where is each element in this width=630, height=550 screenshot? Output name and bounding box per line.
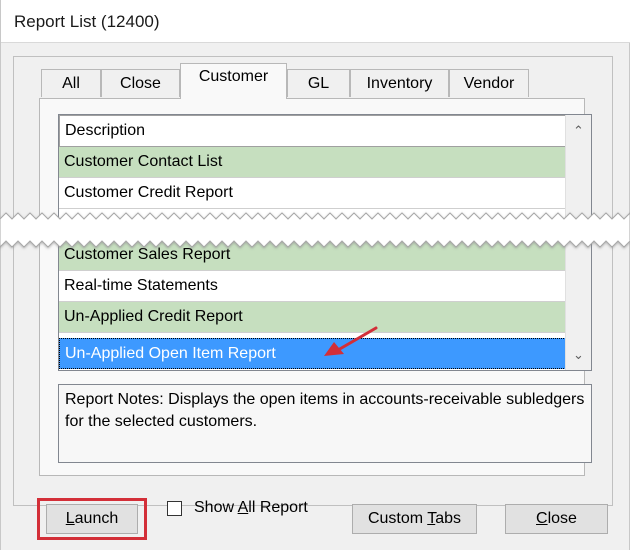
tab-gl[interactable]: GL	[287, 69, 350, 97]
scroll-down-icon[interactable]: ⌄	[566, 343, 591, 367]
custom-tabs-label-suffix: abs	[435, 510, 462, 527]
report-list-window: Report List (12400) All Close Customer G…	[0, 0, 630, 550]
tab-close[interactable]: Close	[101, 69, 180, 97]
tab-all[interactable]: All	[41, 69, 101, 97]
torn-edge-divider	[0, 212, 630, 248]
tab-customer[interactable]: Customer	[180, 63, 287, 99]
close-button[interactable]: Close	[505, 504, 608, 534]
tab-vendor[interactable]: Vendor	[449, 69, 529, 97]
checkbox-label-prefix: Show	[194, 499, 238, 516]
show-all-report-label[interactable]: Show All Report	[194, 499, 308, 517]
checkbox-label-suffix: ll Report	[248, 499, 308, 516]
custom-tabs-button[interactable]: Custom Tabs	[352, 504, 477, 534]
title-bar: Report List (12400)	[1, 0, 630, 43]
show-all-report-checkbox[interactable]	[167, 501, 182, 516]
tab-label: GL	[307, 75, 330, 92]
checkbox-hotkey: A	[237, 499, 249, 516]
report-notes: Report Notes: Displays the open items in…	[58, 384, 592, 463]
annotation-arrow-icon	[324, 326, 378, 356]
tab-inventory[interactable]: Inventory	[350, 69, 449, 97]
window-title: Report List (12400)	[14, 12, 160, 31]
tab-label: Vendor	[463, 75, 515, 92]
custom-tabs-label-prefix: Custom	[367, 510, 428, 527]
launch-highlight-box	[37, 498, 147, 540]
scroll-up-icon[interactable]: ⌃	[566, 119, 591, 143]
tab-label: All	[62, 75, 80, 92]
close-hotkey: C	[536, 510, 548, 527]
list-item[interactable]: Customer Contact List	[59, 147, 566, 178]
close-label-suffix: lose	[547, 510, 577, 527]
tab-label: Inventory	[366, 75, 433, 92]
list-item[interactable]: Real-time Statements	[59, 271, 566, 302]
tab-label: Customer	[198, 68, 269, 85]
tab-label: Close	[120, 75, 161, 92]
list-item[interactable]: Customer Credit Report	[59, 178, 566, 209]
column-header-description[interactable]: Description	[59, 115, 566, 147]
